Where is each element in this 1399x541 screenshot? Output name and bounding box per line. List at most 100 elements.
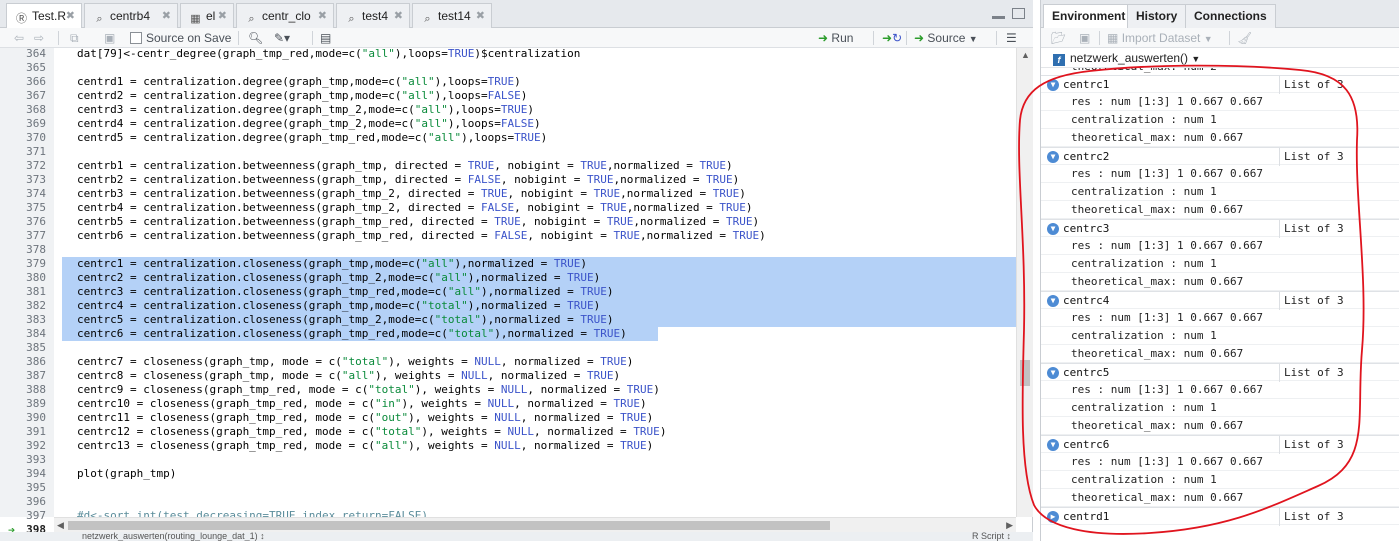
code-line[interactable]: centrb3 = centralization.betweenness(gra… xyxy=(77,187,746,201)
code-line[interactable]: centrd4 = centralization.degree(graph_tm… xyxy=(77,117,541,131)
env-field-value: theoretical_max: num 0.667 xyxy=(1071,275,1244,288)
code-line[interactable]: centrc9 = closeness(graph_tmp_red, mode … xyxy=(77,383,660,397)
close-tab-icon[interactable]: ✖ xyxy=(162,4,171,28)
scroll-up-arrow-icon[interactable]: ▲ xyxy=(1021,50,1030,60)
close-tab-icon[interactable]: ✖ xyxy=(66,4,75,28)
run-arrow-icon: ➜ xyxy=(818,31,829,45)
env-field-value: res : num [1:3] 1 0.667 0.667 xyxy=(1071,167,1264,180)
compile-report-icon[interactable]: ▤ xyxy=(320,30,331,46)
back-arrow-icon[interactable]: ⇦ xyxy=(14,30,24,46)
code-line[interactable]: centrc1 = centralization.closeness(graph… xyxy=(77,257,587,271)
code-line[interactable]: centrc11 = closeness(graph_tmp_red, mode… xyxy=(77,411,653,425)
line-number: 389 xyxy=(26,397,46,410)
env-object-name: centrd1 xyxy=(1063,510,1110,523)
editor-toolbar: ⇦ ⇨ ⧉ ▣ Source on Save 🔍︎ ✎▾ ▤ ➜ Run ➜↻ … xyxy=(0,28,1033,48)
code-line[interactable]: centrc4 = centralization.closeness(graph… xyxy=(77,299,600,313)
horizontal-scrollbar[interactable]: ◀ ▶ xyxy=(54,517,1016,532)
line-number: 377 xyxy=(26,229,46,242)
expand-arrow-icon[interactable]: ▶ xyxy=(1047,511,1059,523)
code-line[interactable]: centrd3 = centralization.degree(graph_tm… xyxy=(77,103,534,117)
collapse-arrow-icon[interactable]: ▼ xyxy=(1047,79,1059,91)
vertical-scrollbar[interactable]: ▲ xyxy=(1016,48,1033,517)
code-line[interactable]: dat[79]<-centr_degree(graph_tmp_red,mode… xyxy=(77,48,580,61)
editor-tab-1[interactable]: Ⓡ Test.R ✖ xyxy=(6,3,82,29)
maximize-pane-icon[interactable] xyxy=(1012,8,1025,19)
load-workspace-icon[interactable]: 📂︎ xyxy=(1051,30,1066,46)
code-line[interactable]: centrb2 = centralization.betweenness(gra… xyxy=(77,173,739,187)
scroll-right-arrow-icon[interactable]: ▶ xyxy=(1006,520,1013,531)
code-line[interactable]: centrb4 = centralization.betweenness(gra… xyxy=(77,201,753,215)
code-line[interactable]: centrb5 = centralization.betweenness(gra… xyxy=(77,215,759,229)
env-object-row[interactable]: ▼ centrc4 List of 3 xyxy=(1041,291,1399,310)
code-line[interactable]: plot(graph_tmp) xyxy=(77,467,176,481)
function-scope-indicator[interactable]: netzwerk_auswerten(routing_lounge_dat_1)… xyxy=(82,532,265,541)
rerun-icon[interactable]: ➜↻ xyxy=(882,30,902,46)
code-tools-wand-icon[interactable]: ✎▾ xyxy=(274,30,290,46)
close-tab-icon[interactable]: ✖ xyxy=(394,4,403,28)
line-number: 391 xyxy=(26,425,46,438)
clear-workspace-broom-icon[interactable]: 🧹︎ xyxy=(1237,30,1252,46)
code-line[interactable]: centrc8 = closeness(graph_tmp, mode = c(… xyxy=(77,369,620,383)
env-object-row[interactable]: ▶ centrd1 List of 3 xyxy=(1041,507,1399,526)
env-object-row[interactable]: ▼ centrc2 List of 3 xyxy=(1041,147,1399,166)
source-button[interactable]: ➜ Source ▼ xyxy=(914,30,978,46)
vertical-scroll-thumb[interactable] xyxy=(1020,360,1030,386)
close-tab-icon[interactable]: ✖ xyxy=(218,4,227,28)
env-object-row[interactable]: ▼ centrc1 List of 3 xyxy=(1041,75,1399,94)
collapse-arrow-icon[interactable]: ▼ xyxy=(1047,151,1059,163)
editor-tab-6[interactable]: ⌕ test14 ✖ xyxy=(412,3,492,28)
env-field-row: centralization : num 1 xyxy=(1041,327,1399,345)
tab-environment[interactable]: Environment xyxy=(1043,4,1135,29)
env-object-row[interactable]: ▼ centrc3 List of 3 xyxy=(1041,219,1399,238)
source-on-save-checkbox[interactable]: Source on Save xyxy=(130,30,231,46)
file-type-indicator[interactable]: R Script ↕ xyxy=(972,532,1011,541)
editor-tab-4[interactable]: ⌕ centr_clo ✖ xyxy=(236,3,334,28)
code-line[interactable]: centrd1 = centralization.degree(graph_tm… xyxy=(77,75,521,89)
env-object-type: List of 3 xyxy=(1279,292,1399,310)
code-line[interactable]: centrc7 = closeness(graph_tmp, mode = c(… xyxy=(77,355,633,369)
code-line[interactable]: centrc6 = centralization.closeness(graph… xyxy=(77,327,627,341)
tab-history[interactable]: History xyxy=(1127,4,1187,28)
save-workspace-icon[interactable]: ▣ xyxy=(1079,30,1090,46)
env-object-row[interactable]: ▼ centrc6 List of 3 xyxy=(1041,435,1399,454)
editor-tab-label: centrb4 xyxy=(110,9,151,23)
horizontal-scroll-thumb[interactable] xyxy=(68,521,830,530)
env-object-row[interactable]: ▼ centrc5 List of 3 xyxy=(1041,363,1399,382)
close-tab-icon[interactable]: ✖ xyxy=(318,4,327,28)
environment-scope-selector[interactable]: f netzwerk_auswerten() ▼ xyxy=(1041,48,1399,68)
env-field-value: centralization : num 1 xyxy=(1071,401,1217,414)
code-line[interactable]: centrd2 = centralization.degree(graph_tm… xyxy=(77,89,527,103)
code-line[interactable]: centrd5 = centralization.degree(graph_tm… xyxy=(77,131,547,145)
save-icon[interactable]: ▣ xyxy=(104,30,115,46)
editor-tab-2[interactable]: ⌕ centrb4 ✖ xyxy=(84,3,178,28)
run-button[interactable]: ➜ Run xyxy=(818,30,853,46)
find-replace-icon[interactable]: 🔍︎ xyxy=(248,30,263,46)
minimize-pane-icon[interactable] xyxy=(991,10,1005,19)
collapse-arrow-icon[interactable]: ▼ xyxy=(1047,295,1059,307)
line-number: 373 xyxy=(26,173,46,186)
scroll-left-arrow-icon[interactable]: ◀ xyxy=(57,520,64,531)
code-line[interactable]: centrc2 = centralization.closeness(graph… xyxy=(77,271,600,285)
collapse-arrow-icon[interactable]: ▼ xyxy=(1047,439,1059,451)
code-line[interactable]: centrc5 = centralization.closeness(graph… xyxy=(77,313,613,327)
tab-connections[interactable]: Connections xyxy=(1185,4,1276,28)
line-number: 388 xyxy=(26,383,46,396)
editor-tab-5[interactable]: ⌕ test4 ✖ xyxy=(336,3,410,28)
import-dataset-button[interactable]: ▦ Import Dataset ▼ xyxy=(1107,30,1213,46)
code-line[interactable]: centrb6 = centralization.betweenness(gra… xyxy=(77,229,766,243)
code-line[interactable]: centrc3 = centralization.closeness(graph… xyxy=(77,285,613,299)
code-line[interactable]: centrc12 = closeness(graph_tmp_red, mode… xyxy=(77,425,666,439)
collapse-arrow-icon[interactable]: ▼ xyxy=(1047,367,1059,379)
forward-arrow-icon[interactable]: ⇨ xyxy=(34,30,44,46)
code-line[interactable]: #d<-sort.int(test,decreasing=TRUE,index.… xyxy=(77,509,428,517)
chevron-down-icon: ▼ xyxy=(1203,34,1213,44)
close-tab-icon[interactable]: ✖ xyxy=(476,4,485,28)
code-line[interactable]: centrb1 = centralization.betweenness(gra… xyxy=(77,159,733,173)
editor-tab-3[interactable]: ▦ el ✖ xyxy=(180,3,234,28)
code-line[interactable]: centrc10 = closeness(graph_tmp_red, mode… xyxy=(77,397,647,411)
document-outline-icon[interactable]: ☰ xyxy=(1006,30,1017,46)
code-area[interactable]: dat[79]<-centr_degree(graph_tmp_red,mode… xyxy=(54,48,1016,517)
collapse-arrow-icon[interactable]: ▼ xyxy=(1047,223,1059,235)
show-in-window-icon[interactable]: ⧉ xyxy=(70,30,79,46)
code-line[interactable]: centrc13 = closeness(graph_tmp_red, mode… xyxy=(77,439,653,453)
